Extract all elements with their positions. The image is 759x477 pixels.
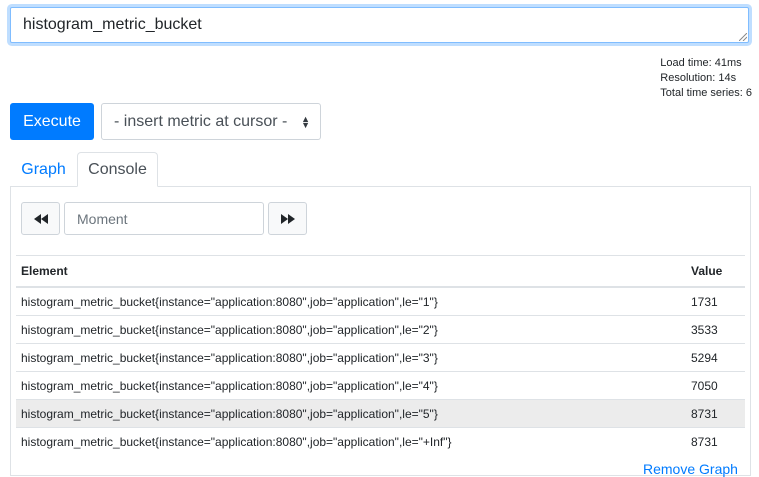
total-time-series: Total time series: 6 bbox=[660, 87, 752, 99]
double-right-arrow-icon bbox=[280, 213, 295, 224]
row-value: 7050 bbox=[686, 371, 745, 400]
row-value: 3533 bbox=[686, 315, 745, 344]
moment-forward-button[interactable] bbox=[268, 202, 307, 235]
table-row: histogram_metric_bucket{instance="applic… bbox=[16, 371, 745, 400]
tab-console[interactable]: Console bbox=[77, 152, 158, 187]
expression-input[interactable]: histogram_metric_bucket bbox=[10, 7, 749, 43]
resolution: Resolution: 14s bbox=[660, 72, 737, 84]
row-element: histogram_metric_bucket{instance="applic… bbox=[16, 399, 686, 428]
row-element: histogram_metric_bucket{instance="applic… bbox=[16, 315, 686, 344]
table-row: histogram_metric_bucket{instance="applic… bbox=[16, 287, 745, 316]
execute-button[interactable]: Execute bbox=[10, 103, 94, 140]
table-row: histogram_metric_bucket{instance="applic… bbox=[16, 427, 745, 455]
moment-back-button[interactable] bbox=[21, 202, 60, 235]
table-row: histogram_metric_bucket{instance="applic… bbox=[16, 399, 745, 428]
table-header-row: Element Value bbox=[16, 255, 745, 288]
value-column-header: Value bbox=[686, 255, 745, 288]
row-element: histogram_metric_bucket{instance="applic… bbox=[16, 371, 686, 400]
row-value: 8731 bbox=[686, 427, 745, 455]
table-row: histogram_metric_bucket{instance="applic… bbox=[16, 315, 745, 344]
row-value: 1731 bbox=[691, 294, 718, 309]
resize-grip-icon[interactable] bbox=[739, 33, 747, 41]
insert-metric-label: - insert metric at cursor - bbox=[114, 112, 288, 130]
element-column-header: Element bbox=[16, 255, 686, 288]
double-left-arrow-icon bbox=[33, 213, 48, 224]
tab-graph[interactable]: Graph bbox=[10, 152, 77, 187]
row-value: 5294 bbox=[686, 343, 745, 372]
results-table: Element Value histogram_metric_bucket{in… bbox=[16, 255, 745, 455]
expression-area: histogram_metric_bucket bbox=[10, 7, 749, 43]
remove-graph-link[interactable]: Remove Graph bbox=[643, 461, 738, 477]
select-arrows-icon: ▲ ▼ bbox=[301, 114, 310, 130]
moment-input[interactable]: Moment bbox=[64, 202, 264, 235]
table-row: histogram_metric_bucket{instance="applic… bbox=[16, 343, 745, 372]
insert-metric-select[interactable]: - insert metric at cursor - ▲ ▼ bbox=[101, 103, 321, 140]
row-element: histogram_metric_bucket{instance="applic… bbox=[16, 343, 686, 372]
row-element: histogram_metric_bucket{instance="applic… bbox=[16, 427, 686, 455]
row-element: histogram_metric_bucket{instance="applic… bbox=[21, 294, 438, 309]
query-stats: Load time: 41ms Resolution: 14s Total ti… bbox=[660, 56, 752, 101]
load-time: Load time: 41ms bbox=[660, 57, 742, 69]
row-value: 8731 bbox=[686, 399, 745, 428]
